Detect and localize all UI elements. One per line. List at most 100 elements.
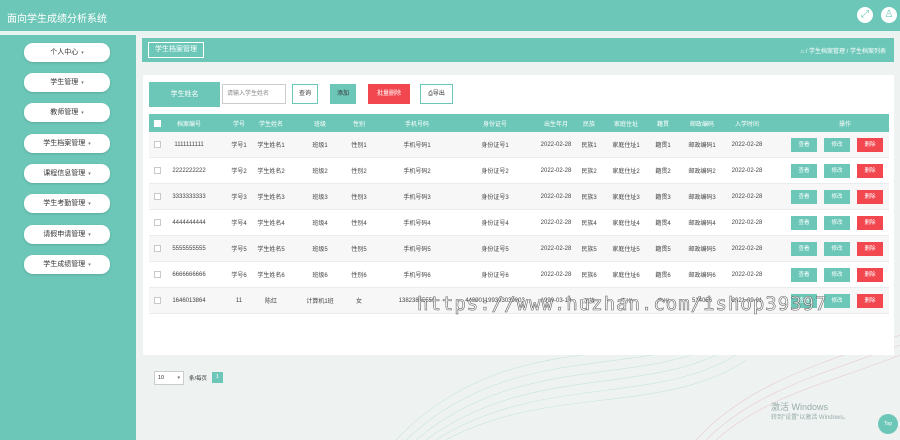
delete-button[interactable]: 删除 [857, 138, 883, 152]
table-header: 档案编号 学号 学生姓名 班级 性别 手机号码 身份证号 出生年月 民族 家庭住址 籍贯 邮政编码 入学… [149, 114, 889, 132]
sidebar-item-label: 个人中心 [50, 49, 79, 56]
export-label: 导出 [432, 91, 445, 97]
table-cell: 身份证号2 [481, 169, 509, 175]
table-cell: 2022-02-28 [731, 219, 763, 226]
user-icon[interactable]: ♙ [881, 7, 897, 23]
expand-icon[interactable]: ⤢ [857, 7, 873, 23]
table-cell: 身份证号6 [481, 273, 509, 279]
table-cell: 性别2 [351, 169, 367, 175]
add-button[interactable]: 添加 [330, 84, 356, 104]
table-cell: 身份证号1 [481, 143, 509, 149]
watermark-text: https://www.huzhan.com/ishop39397 [417, 293, 828, 316]
sidebar-item-teacher-management[interactable]: 教师管理 ▾ [24, 103, 110, 122]
chevron-down-icon: ▾ [177, 375, 180, 381]
table-cell: 身份证号4 [481, 221, 509, 227]
chevron-down-icon: ▾ [88, 232, 91, 238]
query-button[interactable]: 查询 [292, 84, 318, 104]
sidebar-item-grades[interactable]: 学生成绩管理 ▾ [24, 255, 110, 274]
table-cell: 2022-02-28 [731, 141, 763, 148]
chevron-down-icon: ▾ [88, 262, 91, 268]
table-body: 1111111111 学号1 学生姓名1 班级1 性别1 手机号码1 身份证号1 2022-0… [149, 132, 889, 314]
edit-button[interactable]: 修改 [824, 216, 850, 230]
sidebar-item-label: 课程信息管理 [43, 170, 86, 177]
sidebar-item-label: 学生成绩管理 [43, 261, 86, 268]
breadcrumb-bar: 学生档案管理 ⌂ / 学生档案管理 / 学生档案列表 [142, 38, 894, 62]
delete-button[interactable]: 删除 [857, 164, 883, 178]
edit-button[interactable]: 修改 [824, 268, 850, 282]
table-cell: 2022-02-28 [731, 193, 763, 200]
data-table: 档案编号 学号 学生姓名 班级 性别 手机号码 身份证号 出生年月 民族 家庭住址 籍贯 邮政编码 入学… [149, 114, 889, 314]
view-button[interactable]: 查看 [791, 216, 817, 230]
breadcrumb-tab[interactable]: 学生档案管理 [148, 42, 204, 58]
table-cell: 2022-02-28 [731, 245, 763, 252]
batch-delete-button[interactable]: 批量删除 [368, 84, 410, 104]
page-size-value: 10 [158, 375, 165, 381]
view-button[interactable]: 查看 [791, 268, 817, 282]
main-content: 学生档案管理 ⌂ / 学生档案管理 / 学生档案列表 学生姓名 请输入学生姓名 … [136, 35, 900, 440]
column-header[interactable]: 入学时间 [717, 114, 777, 132]
app-title: 面向学生成绩分析系统 [7, 14, 107, 25]
search-input[interactable]: 请输入学生姓名 [222, 84, 286, 104]
table-cell: 手机号码5 [403, 247, 431, 253]
table-cell: 身份证号5 [481, 247, 509, 253]
sidebar-item-personal-center[interactable]: 个人中心 ▾ [24, 43, 110, 62]
table-cell: 手机号码6 [403, 273, 431, 279]
table-cell: 手机号码3 [403, 195, 431, 201]
delete-button[interactable]: 删除 [857, 268, 883, 282]
table-cell: 性别5 [351, 247, 367, 253]
table-cell: 性别4 [351, 221, 367, 227]
table-cell: 性别6 [351, 273, 367, 279]
chevron-down-icon: ▾ [81, 110, 84, 116]
chevron-down-icon: ▾ [81, 50, 84, 56]
table-row: 6666666666 学号6 学生姓名6 班级6 性别6 手机号码6 身份证号6 2022-0… [149, 262, 889, 288]
table-cell: 女 [355, 299, 362, 305]
sidebar-item-label: 请假申请管理 [43, 231, 86, 238]
table-cell: 性别3 [351, 195, 367, 201]
edit-button[interactable]: 修改 [824, 190, 850, 204]
sidebar-item-label: 学生考勤管理 [43, 200, 86, 207]
sidebar-item-leave-request[interactable]: 请假申请管理 ▾ [24, 225, 110, 244]
page-number-current[interactable]: 1 [212, 372, 223, 383]
column-header[interactable]: 身份证号 [465, 114, 525, 132]
column-header: 操作 [838, 121, 851, 128]
back-to-top-button[interactable]: Top [878, 414, 898, 434]
sidebar-item-label: 学生管理 [50, 79, 79, 86]
view-button[interactable]: 查看 [791, 164, 817, 178]
delete-button[interactable]: 删除 [857, 190, 883, 204]
page-size-select[interactable]: 10 ▾ [154, 371, 184, 385]
sidebar-item-attendance[interactable]: 学生考勤管理 ▾ [24, 194, 110, 213]
sidebar: 个人中心 ▾ 学生管理 ▾ 教师管理 ▾ 学生档案管理 ▾ 课程信息管理 ▾ 学生考勤管理… [0, 35, 136, 440]
chevron-down-icon: ▾ [88, 171, 91, 177]
edit-button[interactable]: 修改 [824, 294, 850, 308]
edit-button[interactable]: 修改 [824, 242, 850, 256]
edit-button[interactable]: 修改 [824, 164, 850, 178]
delete-button[interactable]: 删除 [857, 294, 883, 308]
chevron-down-icon: ▾ [88, 201, 91, 207]
per-page-label: 条/每页 [189, 376, 208, 382]
export-button[interactable]: ⎙导出 [420, 84, 453, 104]
table-row: 2222222222 学号2 学生姓名2 班级2 性别2 手机号码2 身份证号2 2022-0… [149, 158, 889, 184]
table-cell: 手机号码4 [403, 221, 431, 227]
view-button[interactable]: 查看 [791, 190, 817, 204]
column-header[interactable]: 手机号码 [387, 114, 447, 132]
windows-activation-subtitle: 转到"设置"以激活 Windows。 [771, 415, 850, 421]
edit-button[interactable]: 修改 [824, 138, 850, 152]
delete-button[interactable]: 删除 [857, 242, 883, 256]
search-label: 学生姓名 [149, 82, 220, 107]
view-button[interactable]: 查看 [791, 138, 817, 152]
table-row: 4444444444 学号4 学生姓名4 班级4 性别4 手机号码4 身份证号4 2022-0… [149, 210, 889, 236]
sidebar-item-student-management[interactable]: 学生管理 ▾ [24, 73, 110, 92]
sidebar-item-label: 教师管理 [50, 109, 79, 116]
table-cell: 性别1 [351, 143, 367, 149]
top-bar: 面向学生成绩分析系统 ⤢ ♙ [0, 0, 900, 31]
table-row: 3333333333 学号3 学生姓名3 班级3 性别3 手机号码3 身份证号3 2022-0… [149, 184, 889, 210]
table-cell: 2022-02-28 [731, 271, 763, 278]
view-button[interactable]: 查看 [791, 242, 817, 256]
sidebar-item-course-info[interactable]: 课程信息管理 ▾ [24, 164, 110, 183]
column-header[interactable]: 性别 [329, 114, 389, 132]
sidebar-item-student-archive[interactable]: 学生档案管理 ▾ [24, 134, 110, 153]
chevron-down-icon: ▾ [88, 141, 91, 147]
delete-button[interactable]: 删除 [857, 216, 883, 230]
sidebar-item-label: 学生档案管理 [43, 140, 86, 147]
breadcrumb: ⌂ / 学生档案管理 / 学生档案列表 [800, 49, 886, 55]
